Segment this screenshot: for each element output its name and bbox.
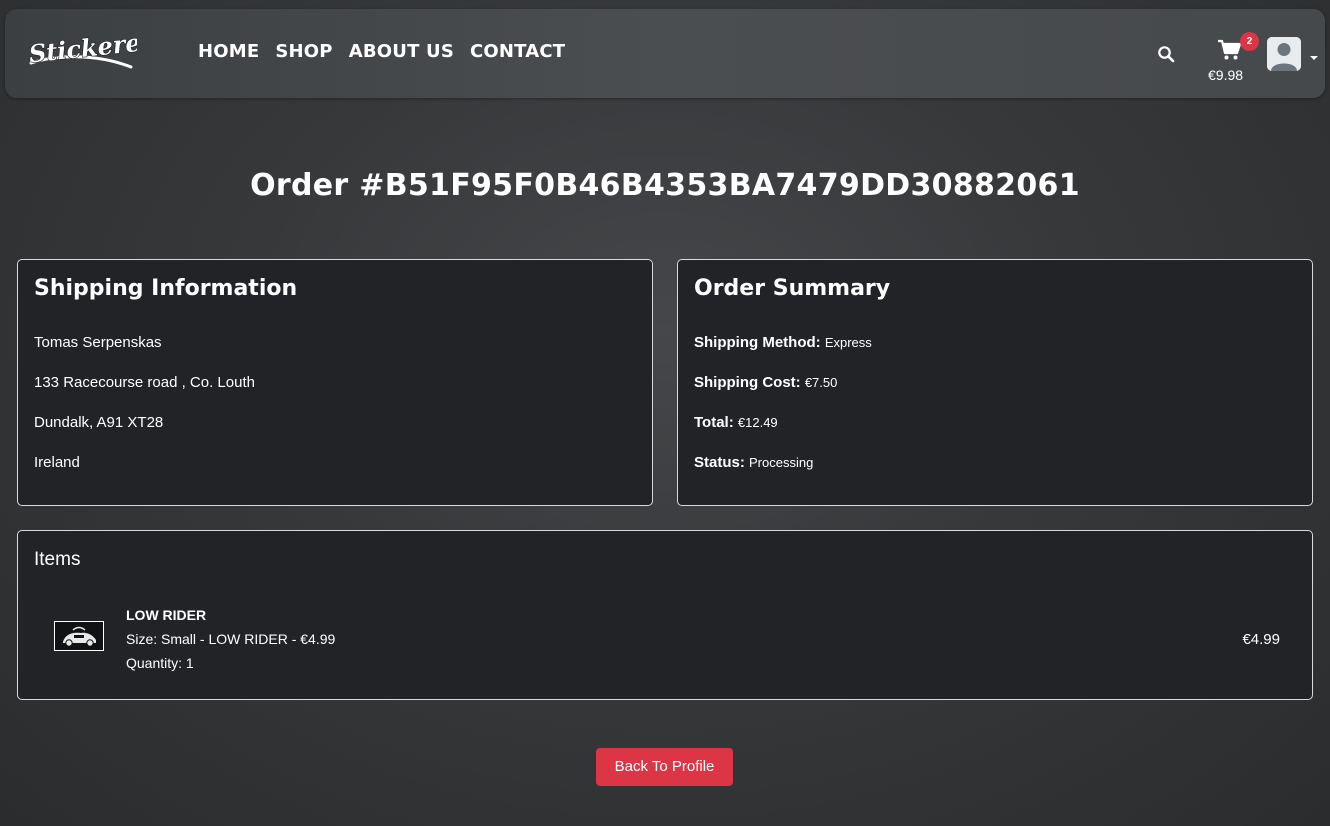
summary-row-shipping-cost: Shipping Cost: €7.50 xyxy=(694,374,837,391)
summary-row-total: Total: €12.49 xyxy=(694,414,778,431)
summary-value: €12.49 xyxy=(737,415,778,430)
summary-row-shipping-method: Shipping Method: Express xyxy=(694,334,872,351)
summary-value: €7.50 xyxy=(804,375,838,390)
items-heading: Items xyxy=(34,549,81,570)
user-avatar-icon[interactable] xyxy=(1267,37,1301,71)
nav-contact[interactable]: CONTACT xyxy=(470,41,565,62)
items-card: Items LOW RIDER Size: Small - LOW RIDER … xyxy=(17,530,1313,700)
order-summary-card: Order Summary Shipping Method: Express S… xyxy=(677,259,1313,506)
item-name: LOW RIDER xyxy=(126,607,207,623)
cart-button[interactable]: 2 €9.98 xyxy=(1203,32,1259,87)
page-title: Order #B51F95F0B46B4353BA7479DD30882061 xyxy=(250,168,1080,203)
item-quantity: Quantity: 1 xyxy=(126,655,194,671)
summary-heading: Order Summary xyxy=(694,276,891,301)
cart-count-badge: 2 xyxy=(1240,32,1259,51)
summary-label: Shipping Cost: xyxy=(694,374,801,391)
summary-value: Processing xyxy=(749,455,814,470)
main-nav: HOME SHOP ABOUT US CONTACT xyxy=(198,41,565,62)
nav-shop[interactable]: SHOP xyxy=(275,41,332,62)
shipping-country: Ireland xyxy=(34,454,80,471)
stickered-logo[interactable]: Stickered xyxy=(25,25,159,75)
item-details: Size: Small - LOW RIDER - €4.99 xyxy=(126,631,336,647)
nav-home[interactable]: HOME xyxy=(198,41,259,62)
search-icon[interactable] xyxy=(1157,45,1175,63)
summary-row-status: Status: Processing xyxy=(694,454,813,471)
item-thumbnail[interactable] xyxy=(54,621,104,651)
shipping-heading: Shipping Information xyxy=(34,276,298,301)
caret-down-icon[interactable] xyxy=(1310,56,1318,60)
shipping-name: Tomas Serpenskas xyxy=(34,334,162,351)
cart-icon xyxy=(1217,39,1242,61)
shipping-street: 133 Racecourse road , Co. Louth xyxy=(34,374,255,391)
summary-label: Shipping Method: xyxy=(694,334,821,351)
logo-wordmark: Stickered xyxy=(27,25,159,69)
cart-total: €9.98 xyxy=(1208,67,1244,83)
shipping-info-card: Shipping Information Tomas Serpenskas 13… xyxy=(17,259,653,506)
summary-label: Total: xyxy=(694,414,734,431)
back-to-profile-button[interactable]: Back To Profile xyxy=(596,748,733,786)
nav-about-us[interactable]: ABOUT US xyxy=(349,41,454,62)
shipping-city: Dundalk, A91 XT28 xyxy=(34,414,164,431)
item-price: €4.99 xyxy=(1242,631,1280,648)
summary-label: Status: xyxy=(694,454,745,471)
summary-value: Express xyxy=(824,335,872,350)
top-navbar: Stickered HOME SHOP ABOUT US CONTACT 2 €… xyxy=(5,9,1325,98)
